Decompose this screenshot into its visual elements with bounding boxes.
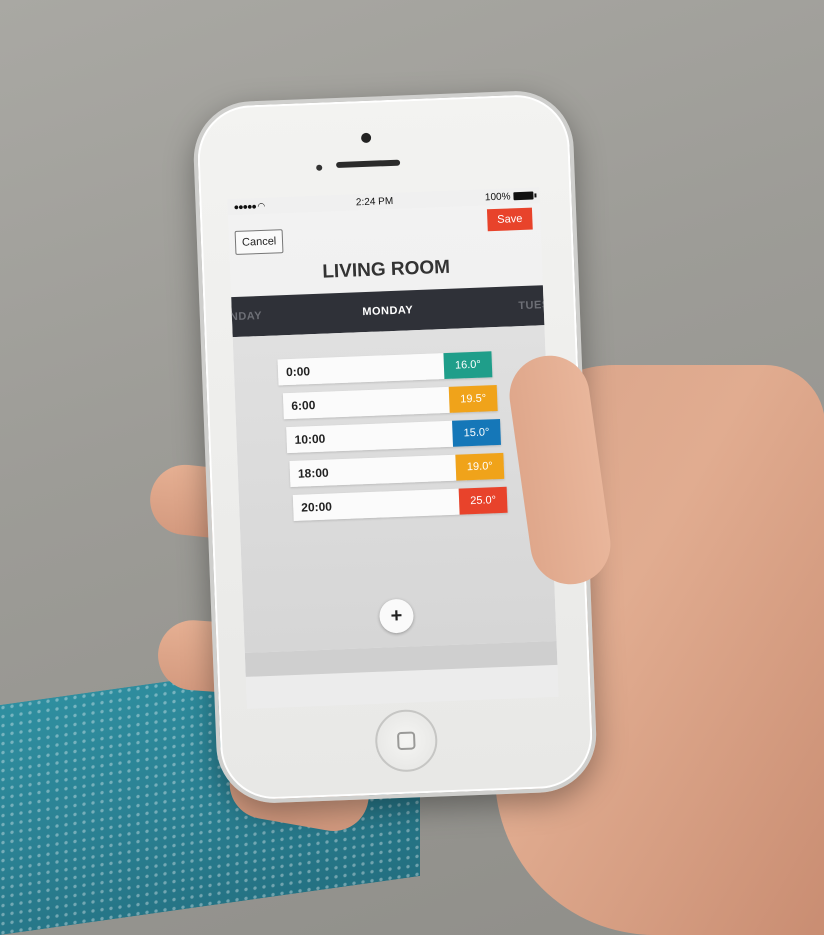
schedule-temp-badge[interactable]: 25.0° [458, 486, 508, 515]
home-button[interactable] [374, 708, 439, 773]
cancel-button[interactable]: Cancel [234, 229, 284, 255]
proximity-sensor [316, 164, 323, 171]
schedule-row[interactable]: 20:00 25.0° [292, 486, 508, 521]
schedule-temp-badge[interactable]: 19.0° [455, 452, 505, 481]
schedule-time: 18:00 [289, 454, 457, 488]
schedule-row[interactable]: 6:00 19.5° [282, 385, 498, 420]
schedule-row[interactable]: 10:00 15.0° [286, 418, 501, 454]
status-time: 2:24 PM [355, 195, 394, 208]
day-next[interactable]: TUES [518, 299, 550, 312]
schedule-list: 0:00 16.0° 6:00 19.5° 10:00 15.0° 18:00 … [232, 325, 557, 653]
battery-indicator: 100% [485, 190, 534, 203]
battery-level: 100% [484, 190, 511, 203]
home-square-icon [396, 731, 416, 751]
schedule-time: 20:00 [292, 488, 460, 521]
schedule-time: 10:00 [286, 420, 454, 454]
schedule-time: 0:00 [277, 353, 445, 386]
schedule-temp-badge[interactable]: 19.5° [448, 385, 498, 413]
add-schedule-button[interactable]: + [378, 598, 415, 634]
earpiece-speaker [336, 159, 401, 169]
signal-icon: ●●●●● ◠ [233, 200, 264, 212]
save-button[interactable]: Save [486, 207, 533, 232]
schedule-temp-badge[interactable]: 15.0° [452, 418, 501, 447]
schedule-row[interactable]: 0:00 16.0° [277, 351, 493, 386]
signal-strength: ●●●●● [233, 200, 258, 212]
app-screen: ●●●●● ◠ 2:24 PM 100% Cancel Save LIVING … [227, 187, 559, 709]
schedule-temp-badge[interactable]: 16.0° [443, 351, 493, 380]
day-current: MONDAY [362, 304, 414, 319]
battery-icon [513, 191, 534, 201]
front-camera [360, 132, 372, 144]
wifi-icon: ◠ [257, 200, 265, 211]
schedule-time: 6:00 [282, 386, 450, 420]
schedule-row[interactable]: 18:00 19.0° [289, 452, 505, 488]
